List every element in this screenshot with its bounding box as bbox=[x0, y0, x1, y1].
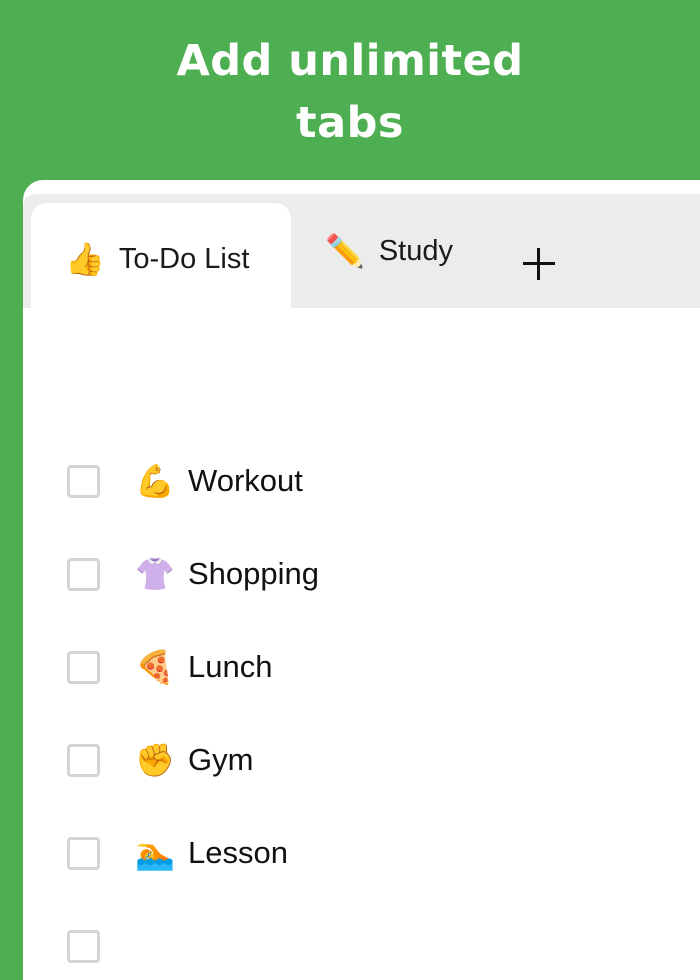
blouse-icon: 👚 bbox=[135, 556, 175, 592]
flexed-biceps-icon: 💪 bbox=[135, 463, 175, 499]
item-label[interactable]: Lunch bbox=[188, 649, 272, 685]
thumbs-up-icon: 👍 bbox=[65, 241, 105, 277]
pencil-icon: ✏️ bbox=[325, 233, 365, 269]
headline-line-2: tabs bbox=[296, 98, 404, 148]
tab-study[interactable]: ✏️ Study bbox=[325, 203, 453, 299]
pizza-icon: 🍕 bbox=[135, 649, 175, 685]
tab-label: To-Do List bbox=[118, 242, 250, 275]
checkbox[interactable] bbox=[67, 557, 100, 591]
list-item: 🏊 Lesson bbox=[67, 823, 288, 883]
checkbox[interactable] bbox=[67, 743, 100, 777]
item-label[interactable]: Workout bbox=[188, 463, 303, 499]
headline-line-1: Add unlimited bbox=[176, 36, 524, 86]
add-tab-button[interactable] bbox=[519, 244, 559, 284]
list-item: ✊ Gym bbox=[67, 730, 253, 790]
swimmer-icon: 🏊 bbox=[135, 835, 175, 871]
tab-to-do-list[interactable]: 👍 To-Do List bbox=[31, 203, 291, 327]
list-item: 👚 Shopping bbox=[67, 544, 319, 604]
item-label[interactable]: Shopping bbox=[188, 556, 319, 592]
list-item: 💪 Workout bbox=[67, 451, 303, 511]
app-window: 👍 To-Do List ✏️ Study 💪 Workout 👚 Shoppi… bbox=[23, 180, 700, 980]
list-item-partial bbox=[67, 916, 132, 976]
checkbox[interactable] bbox=[67, 650, 100, 684]
item-label[interactable]: Gym bbox=[188, 742, 253, 778]
checkbox[interactable] bbox=[67, 836, 100, 870]
headline: Add unlimited tabs bbox=[0, 30, 700, 154]
item-label[interactable]: Lesson bbox=[188, 835, 288, 871]
raised-fist-icon: ✊ bbox=[135, 742, 175, 778]
tab-bar: 👍 To-Do List ✏️ Study bbox=[23, 194, 700, 327]
checkbox[interactable] bbox=[67, 929, 100, 963]
tab-label: Study bbox=[378, 234, 454, 267]
checkbox[interactable] bbox=[67, 464, 100, 498]
list-item: 🍕 Lunch bbox=[67, 637, 272, 697]
